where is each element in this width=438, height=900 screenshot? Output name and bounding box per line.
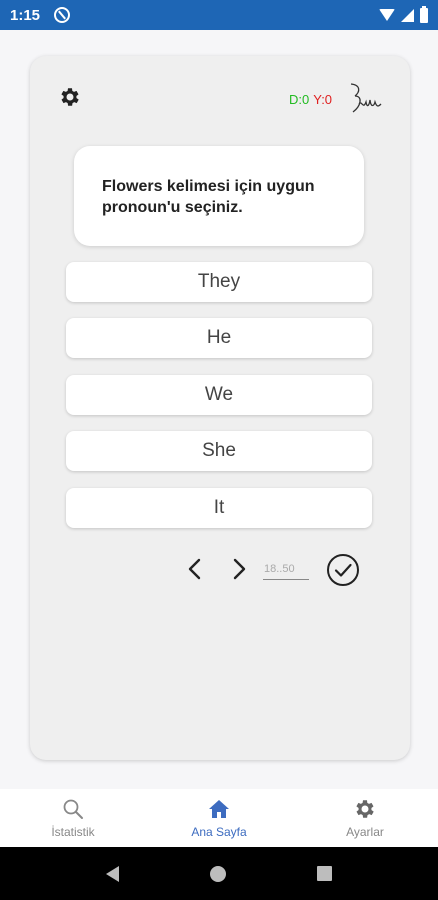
battery-icon bbox=[420, 5, 428, 23]
wrong-count: Y:0 bbox=[313, 92, 333, 107]
nav-label-settings: Ayarlar bbox=[346, 825, 384, 839]
signal-icon bbox=[401, 8, 414, 22]
chevron-right-icon[interactable] bbox=[228, 556, 250, 582]
option-button[interactable]: It bbox=[66, 488, 372, 528]
home-circle-icon[interactable] bbox=[209, 865, 226, 882]
bottom-navigation: İstatistik Ana Sayfa Ayarlar bbox=[0, 789, 438, 847]
correct-count: D:0 bbox=[289, 92, 310, 107]
system-navigation-bar bbox=[0, 847, 438, 900]
nav-item-statistics[interactable]: İstatistik bbox=[0, 789, 146, 847]
page-number-input[interactable] bbox=[263, 560, 309, 580]
option-button[interactable]: She bbox=[66, 431, 372, 471]
nav-item-settings[interactable]: Ayarlar bbox=[292, 789, 438, 847]
gear-icon[interactable] bbox=[57, 84, 83, 110]
back-icon[interactable] bbox=[105, 865, 119, 882]
chevron-left-icon[interactable] bbox=[184, 556, 206, 582]
home-icon bbox=[209, 800, 229, 818]
search-icon bbox=[63, 799, 83, 819]
nav-label-statistics: İstatistik bbox=[51, 825, 95, 839]
option-button[interactable]: He bbox=[66, 318, 372, 358]
status-icons bbox=[379, 5, 428, 23]
status-time: 1:15 bbox=[10, 6, 41, 24]
data-saver-icon bbox=[54, 7, 71, 23]
signature-logo bbox=[350, 83, 382, 113]
nav-item-home[interactable]: Ana Sayfa bbox=[146, 789, 292, 847]
nav-label-home: Ana Sayfa bbox=[191, 825, 247, 839]
check-circle-icon[interactable] bbox=[326, 553, 360, 587]
wifi-icon bbox=[379, 9, 395, 21]
option-button[interactable]: They bbox=[66, 262, 372, 302]
gear-icon bbox=[356, 800, 374, 818]
recent-apps-icon[interactable] bbox=[317, 866, 333, 881]
option-button[interactable]: We bbox=[66, 375, 372, 415]
question-text: Flowers kelimesi için uygun pronoun'u se… bbox=[102, 178, 315, 216]
question-box: Flowers kelimesi için uygun pronoun'u se… bbox=[74, 146, 364, 246]
status-bar: 1:15 bbox=[0, 0, 438, 30]
score-display: D:0 Y:0 bbox=[289, 92, 332, 107]
